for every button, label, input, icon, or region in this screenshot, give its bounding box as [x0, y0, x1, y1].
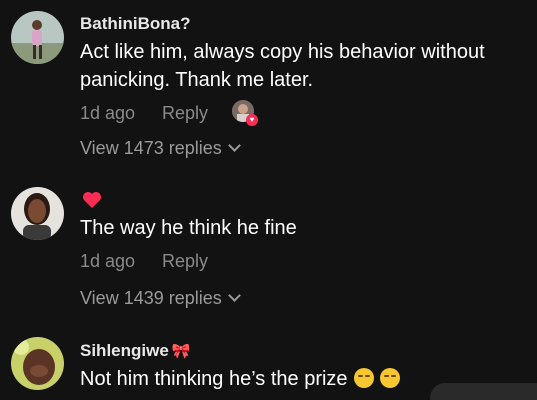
heart-icon	[83, 192, 101, 208]
avatar[interactable]	[11, 337, 64, 390]
view-replies-button[interactable]: View 1439 replies	[80, 288, 241, 309]
view-replies-label: View 1473 replies	[80, 138, 222, 158]
comment-meta: 1d ago Reply	[80, 103, 208, 124]
comment-username[interactable]: BathiniBona?	[80, 14, 191, 34]
pensive-face-icon	[353, 368, 374, 388]
pensive-face-icon	[379, 368, 400, 388]
floating-chip[interactable]	[430, 383, 537, 400]
comment-meta: 1d ago Reply	[80, 251, 208, 272]
comment-username[interactable]: Sihlengiwe 🎀	[80, 341, 190, 361]
ribbon-icon: 🎀	[171, 343, 191, 360]
comment-feed: BathiniBona? Act like him, always copy h…	[0, 0, 537, 400]
view-replies-label: View 1439 replies	[80, 288, 222, 308]
chevron-down-icon	[227, 139, 241, 152]
avatar[interactable]	[11, 187, 64, 240]
chevron-down-icon	[227, 289, 241, 302]
avatar[interactable]	[11, 11, 64, 64]
reply-button[interactable]: Reply	[162, 251, 208, 272]
comment-time: 1d ago	[80, 103, 136, 123]
reply-button[interactable]: Reply	[162, 103, 208, 124]
comment-text: The way he think he fine	[80, 217, 297, 239]
view-replies-button[interactable]: View 1473 replies	[80, 138, 241, 159]
comment-text: Act like him, always copy his behavior w…	[80, 41, 485, 91]
heart-icon: ♥	[246, 114, 258, 126]
creator-liked-avatar-icon: ♥	[232, 100, 258, 126]
comment-time: 1d ago	[80, 251, 136, 271]
